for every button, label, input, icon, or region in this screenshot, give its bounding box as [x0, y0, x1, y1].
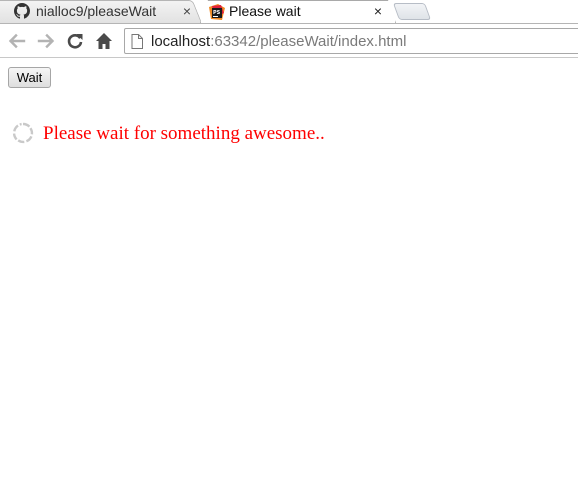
url-path: :63342/pleaseWait/index.html: [210, 32, 407, 50]
tab-close-button[interactable]: ×: [180, 3, 194, 19]
reload-button[interactable]: [65, 31, 85, 51]
tab-github[interactable]: nialloc9/pleaseWait ×: [0, 0, 202, 23]
forward-button[interactable]: [36, 31, 56, 51]
page-content: Wait Please wait for something awesome..: [0, 58, 578, 491]
address-bar[interactable]: localhost:63342/pleaseWait/index.html: [124, 28, 578, 54]
loading-spinner-icon: [12, 122, 34, 144]
browser-toolbar: localhost:63342/pleaseWait/index.html: [0, 23, 578, 58]
github-icon: [14, 3, 30, 19]
tab-title: nialloc9/pleaseWait: [36, 3, 157, 19]
new-tab-button[interactable]: [392, 3, 432, 20]
tab-strip: nialloc9/pleaseWait × PS Please wait ×: [0, 0, 578, 24]
home-button[interactable]: [94, 31, 114, 51]
reload-icon: [67, 33, 83, 49]
arrow-left-icon: [8, 33, 26, 49]
tab-close-button[interactable]: ×: [371, 3, 385, 19]
loading-message: Please wait for something awesome..: [43, 123, 325, 144]
page-icon: [131, 33, 143, 49]
tab-please-wait[interactable]: PS Please wait ×: [200, 0, 396, 23]
url-text: localhost:63342/pleaseWait/index.html: [151, 33, 406, 50]
webstorm-icon: PS: [209, 4, 225, 20]
back-button[interactable]: [7, 31, 27, 51]
wait-button[interactable]: Wait: [8, 67, 51, 88]
tab-title: Please wait: [229, 3, 301, 19]
svg-text:PS: PS: [213, 10, 221, 16]
arrow-right-icon: [37, 33, 55, 49]
browser-window: nialloc9/pleaseWait × PS Please wait × l…: [0, 0, 578, 491]
url-host: localhost: [151, 32, 211, 50]
home-icon: [96, 33, 112, 49]
